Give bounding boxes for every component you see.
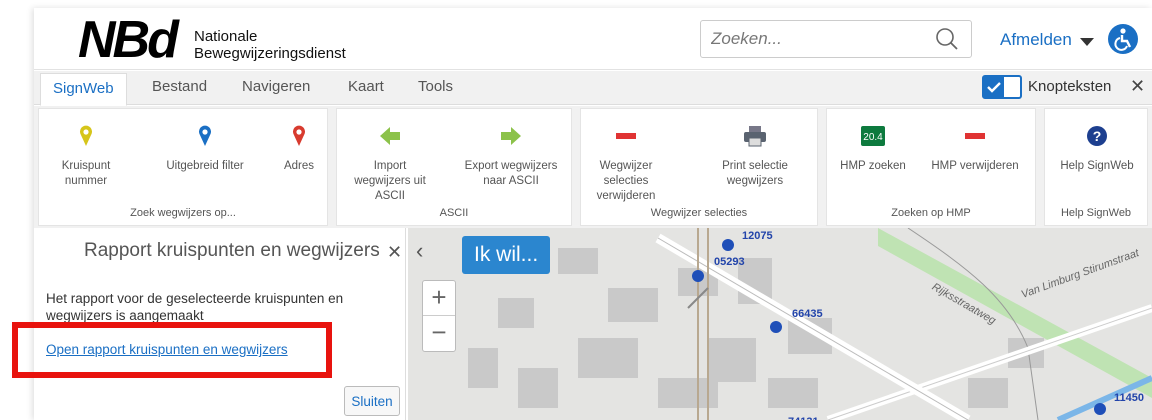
junction-label: 74131 — [788, 416, 819, 420]
kruispunt-nummer-button[interactable]: Kruispunt nummer — [51, 125, 121, 189]
svg-text:20.4: 20.4 — [863, 132, 883, 143]
uitgebreid-filter-label: Uitgebreid filter — [166, 160, 244, 172]
junction-label: 12075 — [742, 230, 773, 242]
help-signweb-button[interactable]: ? Help SignWeb — [1049, 125, 1145, 174]
print-selectie-label: Print selectie wegwijzers — [722, 160, 788, 187]
group-zoek: Kruispunt nummer Uitgebreid filter Adres… — [38, 108, 328, 226]
group-ascii: Import wegwijzers uit ASCII Export wegwi… — [336, 108, 572, 226]
junction-label: 11450 — [1114, 392, 1144, 404]
group-hmp: 20.4 HMP zoeken HMP verwijderen Zoeken o… — [826, 108, 1036, 226]
tab-kaart[interactable]: Kaart — [348, 78, 384, 95]
sluiten-button[interactable]: Sluiten — [344, 386, 400, 416]
junction-marker — [722, 239, 734, 251]
tab-signweb[interactable]: SignWeb — [40, 73, 127, 106]
help-icon: ? — [1087, 126, 1107, 146]
group-title: Zoek wegwijzers op... — [130, 207, 236, 219]
map-pin-red-icon — [293, 125, 305, 146]
org-name-line2: Bewegwijzeringsdienst — [194, 45, 346, 62]
search-box[interactable] — [700, 20, 972, 58]
arrow-left-icon — [380, 127, 400, 145]
org-name: Nationale Bewegwijzeringsdienst — [194, 28, 346, 62]
chevron-down-icon[interactable] — [1080, 38, 1094, 46]
remove-icon — [965, 133, 985, 139]
kruispunt-nummer-label: Kruispunt nummer — [61, 160, 111, 187]
remove-icon — [616, 133, 636, 139]
printer-icon — [744, 126, 766, 147]
highlight-box — [12, 322, 332, 378]
group-title: Help SignWeb — [1060, 207, 1132, 219]
junction-marker — [692, 270, 704, 282]
export-ascii-button[interactable]: Export wegwijzers naar ASCII — [461, 125, 561, 189]
hmp-zoeken-label: HMP zoeken — [840, 160, 906, 172]
ribbon: Kruispunt nummer Uitgebreid filter Adres… — [34, 106, 1152, 228]
search-input[interactable] — [701, 21, 921, 57]
junction-label: 66435 — [792, 308, 823, 320]
import-ascii-label: Import wegwijzers uit ASCII — [354, 160, 426, 202]
header: NBd Nationale Bewegwijzeringsdienst Afme… — [34, 8, 1152, 70]
nbd-logo: NBd — [78, 11, 179, 69]
junction-label: 05293 — [714, 256, 745, 268]
group-title: Zoeken op HMP — [891, 207, 971, 219]
ribbon-tabs: SignWeb Bestand Navigeren Kaart Tools Kn… — [34, 71, 1152, 106]
import-ascii-button[interactable]: Import wegwijzers uit ASCII — [345, 125, 435, 204]
accessibility-icon[interactable] — [1108, 24, 1138, 54]
arrow-right-icon — [501, 127, 521, 145]
map-pin-blue-icon — [199, 125, 211, 146]
tab-bestand[interactable]: Bestand — [152, 78, 207, 95]
selecties-verwijderen-label: Wegwijzer selecties verwijderen — [596, 160, 656, 202]
selecties-verwijderen-button[interactable]: Wegwijzer selecties verwijderen — [591, 125, 661, 204]
hmp-verwijderen-button[interactable]: HMP verwijderen — [923, 125, 1027, 174]
group-help: ? Help SignWeb Help SignWeb — [1044, 108, 1148, 226]
panel-title: Rapport kruispunten en wegwijzers — [84, 240, 380, 261]
uitgebreid-filter-button[interactable]: Uitgebreid filter — [151, 125, 259, 174]
tab-tools[interactable]: Tools — [418, 78, 453, 95]
help-signweb-label: Help SignWeb — [1060, 160, 1134, 172]
panel-message: Het rapport voor de geselecteerde kruisp… — [46, 291, 344, 323]
junction-marker — [770, 321, 782, 333]
svg-text:?: ? — [1093, 128, 1102, 144]
tab-navigeren[interactable]: Navigeren — [242, 78, 310, 95]
export-ascii-label: Export wegwijzers naar ASCII — [464, 160, 558, 187]
print-selectie-button[interactable]: Print selectie wegwijzers — [705, 125, 805, 189]
group-title: Wegwijzer selecties — [650, 207, 748, 219]
hmp-verwijderen-label: HMP verwijderen — [931, 160, 1019, 172]
knopteksten-toggle[interactable] — [982, 75, 1022, 99]
adres-label: Adres — [283, 160, 315, 172]
map-pin-yellow-icon — [80, 125, 92, 146]
map-view[interactable]: ‹ Ik wil... + − 12075 05293 66435 11450 … — [408, 228, 1152, 420]
search-icon[interactable] — [935, 27, 959, 51]
adres-button[interactable]: Adres — [279, 125, 319, 174]
close-icon[interactable]: ✕ — [387, 242, 402, 263]
check-icon — [984, 77, 1004, 97]
org-name-line1: Nationale — [194, 28, 258, 45]
hmp-sign-icon: 20.4 — [861, 126, 885, 146]
close-icon[interactable]: ✕ — [1130, 76, 1145, 97]
group-title: ASCII — [439, 207, 469, 219]
logout-link[interactable]: Afmelden — [1000, 30, 1072, 50]
junction-marker — [1094, 403, 1106, 415]
map-markers — [692, 239, 1106, 415]
group-selecties: Wegwijzer selecties verwijderen Print se… — [580, 108, 818, 226]
knopteksten-label: Knopteksten — [1028, 78, 1112, 95]
hmp-zoeken-button[interactable]: 20.4 HMP zoeken — [833, 125, 913, 174]
